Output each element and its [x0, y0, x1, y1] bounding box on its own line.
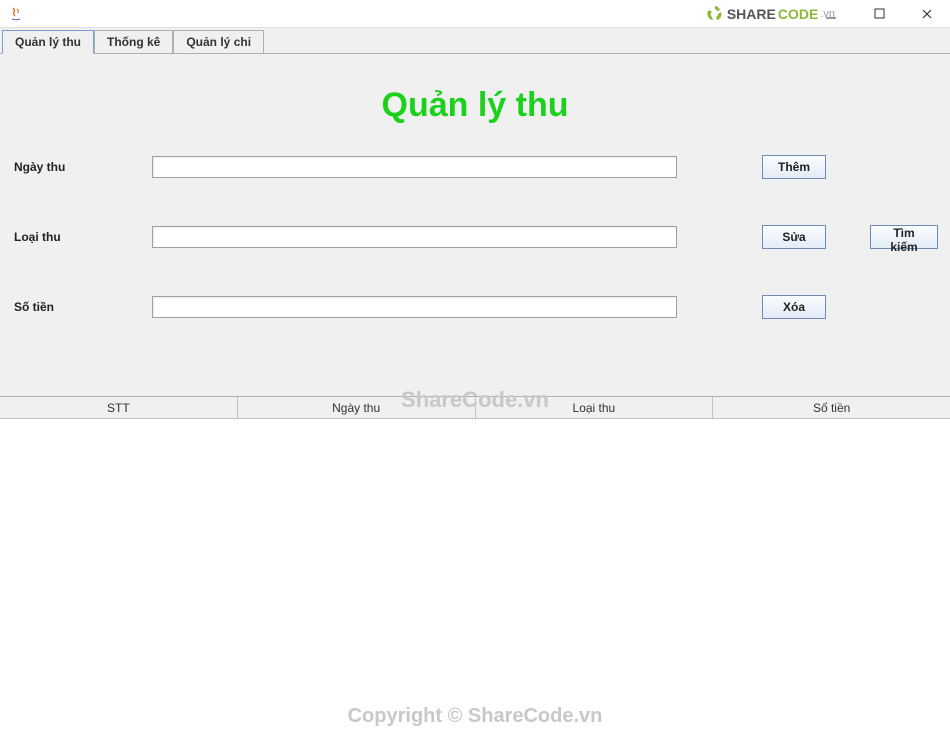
button-tim-kiem[interactable]: Tìm kiếm	[870, 225, 938, 249]
page-title: Quản lý thu	[12, 86, 938, 125]
label-ngay-thu: Ngày thu	[12, 160, 152, 174]
col-stt[interactable]: STT	[0, 397, 238, 418]
input-loai-thu[interactable]	[152, 226, 677, 248]
tabbar: Quản lý thu Thống kê Quản lý chi	[0, 28, 950, 54]
logo-icon	[705, 4, 725, 24]
row-so-tien: Số tiền Xóa	[12, 295, 938, 319]
label-loai-thu: Loại thu	[12, 230, 152, 244]
maximize-button[interactable]	[864, 4, 894, 24]
tab-quan-ly-chi[interactable]: Quản lý chi	[173, 30, 264, 53]
logo-text-1: SHARE	[727, 6, 776, 22]
logo-text-2: CODE	[778, 6, 818, 22]
content-panel: Quản lý thu Ngày thu Thêm Loại thu Sửa T…	[0, 54, 950, 746]
titlebar-left	[8, 6, 30, 22]
data-table: STT Ngày thu Loại thu Số tiền	[0, 396, 950, 746]
button-sua[interactable]: Sửa	[762, 225, 826, 249]
tab-thong-ke[interactable]: Thống kê	[94, 30, 173, 53]
java-icon	[8, 6, 24, 22]
label-so-tien: Số tiền	[12, 300, 152, 314]
input-so-tien[interactable]	[152, 296, 677, 318]
col-so-tien[interactable]: Số tiền	[713, 397, 950, 418]
row-loai-thu: Loại thu Sửa Tìm kiếm	[12, 225, 938, 249]
close-button[interactable]	[912, 4, 942, 24]
form-area: Quản lý thu Ngày thu Thêm Loại thu Sửa T…	[0, 54, 950, 385]
button-them[interactable]: Thêm	[762, 155, 826, 179]
col-ngay-thu[interactable]: Ngày thu	[238, 397, 476, 418]
logo-suffix: .vn	[820, 8, 835, 20]
col-loai-thu[interactable]: Loại thu	[476, 397, 714, 418]
input-ngay-thu[interactable]	[152, 156, 677, 178]
table-header-row: STT Ngày thu Loại thu Số tiền	[0, 397, 950, 419]
tab-quan-ly-thu[interactable]: Quản lý thu	[2, 30, 94, 54]
button-xoa[interactable]: Xóa	[762, 295, 826, 319]
table-body[interactable]	[0, 419, 950, 746]
row-ngay-thu: Ngày thu Thêm	[12, 155, 938, 179]
sharecode-logo-watermark: SHARECODE.vn	[705, 4, 835, 24]
